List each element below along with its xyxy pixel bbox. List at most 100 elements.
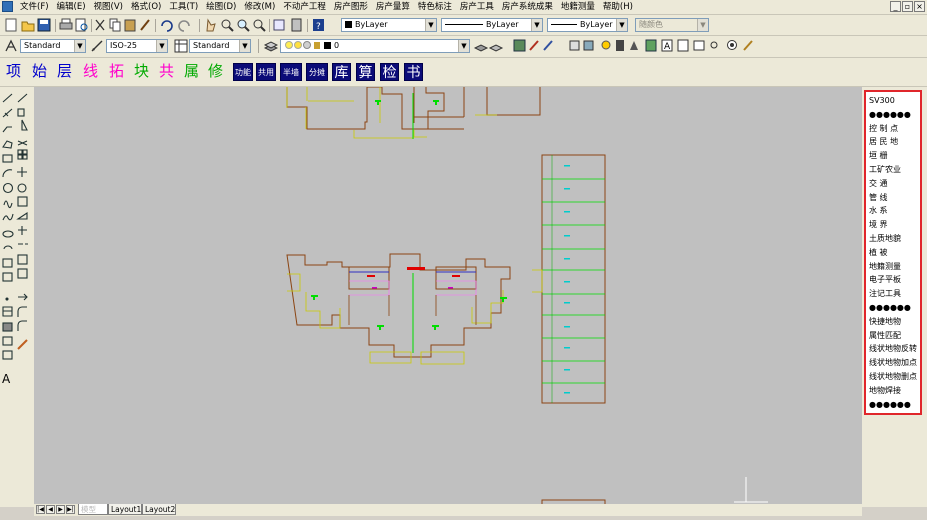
chevron-down-icon[interactable]: ▼ — [425, 19, 436, 31]
menu-item[interactable]: 编辑(E) — [53, 0, 90, 14]
calculate-button[interactable]: 算 — [356, 63, 375, 81]
toolbar-char-button[interactable]: 项 — [6, 62, 21, 80]
save-icon — [37, 18, 51, 32]
chevron-down-icon[interactable]: ▼ — [239, 40, 250, 52]
menu-item[interactable]: 修改(M) — [240, 0, 279, 14]
screen-menu-item[interactable]: 植 被 — [869, 248, 888, 258]
toolbar-char-button[interactable]: 线 — [83, 62, 98, 80]
menu-item[interactable]: 特色标注 — [414, 0, 456, 14]
screen-menu-item[interactable]: 交 通 — [869, 179, 888, 189]
top-building — [286, 87, 541, 139]
table-style-combo[interactable]: Standard ▼ — [189, 39, 251, 53]
mirror-icon — [21, 119, 28, 131]
screen-menu-item[interactable]: 地籍测量 — [869, 262, 901, 272]
menu-item[interactable]: 视图(V) — [90, 0, 127, 14]
screen-menu-item[interactable]: 快捷地物 — [869, 317, 901, 327]
first-tab-button[interactable]: |◀ — [36, 505, 45, 514]
ellipse-arc-icon — [3, 245, 13, 250]
screen-menu-item[interactable]: 控 制 点 — [869, 124, 898, 134]
fillet-icon — [17, 306, 27, 317]
next-tab-button[interactable]: ▶ — [56, 505, 65, 514]
toolbar-char-button[interactable]: 始 — [32, 62, 47, 80]
text-style-combo[interactable]: Standard ▼ — [20, 39, 86, 53]
shared-button[interactable]: 共用 — [256, 63, 276, 81]
screen-menu-item[interactable]: 电子平板 — [869, 275, 901, 285]
screen-menu-item[interactable]: 土质地貌 — [869, 234, 901, 244]
color-combo[interactable]: ByLayer ▼ — [341, 18, 437, 32]
tab-layout2[interactable]: Layout2 — [142, 504, 176, 515]
toolbar-char-button[interactable]: 共 — [159, 62, 174, 80]
last-tab-button[interactable]: ▶| — [66, 505, 75, 514]
layer-combo[interactable]: 0 ▼ — [280, 39, 470, 53]
dim-style-icon[interactable] — [90, 39, 104, 53]
floor-plan-drawing — [286, 87, 768, 504]
screen-menu-item[interactable]: SV300 — [869, 96, 895, 106]
tab-layout1[interactable]: Layout1 — [108, 504, 142, 515]
toolbar-char-button[interactable]: 层 — [57, 62, 72, 80]
tab-model[interactable]: 模型 — [78, 504, 108, 515]
menu-item[interactable]: 绘图(D) — [202, 0, 240, 14]
text-style-icon[interactable] — [4, 39, 18, 53]
chevron-down-icon[interactable]: ▼ — [74, 40, 85, 52]
array-icon — [22, 154, 28, 160]
chevron-down-icon[interactable]: ▼ — [531, 19, 542, 31]
function-button[interactable]: 功能 — [233, 63, 253, 81]
prev-tab-button[interactable]: ◀ — [46, 505, 55, 514]
toolbar-char-button[interactable]: 块 — [134, 62, 149, 80]
apportion-button[interactable]: 分摊 — [306, 63, 328, 81]
linetype-combo[interactable]: ByLayer ▼ — [441, 18, 543, 32]
layer-manager-icon[interactable] — [264, 39, 278, 53]
close-button[interactable]: × — [914, 1, 925, 12]
toolbar-char-button[interactable]: 修 — [208, 62, 223, 80]
menu-item[interactable]: 格式(O) — [127, 0, 165, 14]
menu-item[interactable]: 文件(F) — [16, 0, 53, 14]
screen-menu-item[interactable]: 管 线 — [869, 193, 888, 203]
toolbar-char-button[interactable]: 拓 — [109, 62, 124, 80]
help-icon: ? — [313, 19, 324, 32]
half-wall-button[interactable]: 半墙 — [280, 63, 302, 81]
svg-text:?: ? — [316, 22, 321, 32]
library-button[interactable]: 库 — [332, 63, 351, 81]
check-button[interactable]: 检 — [380, 63, 399, 81]
screen-menu-item[interactable]: 工矿农业 — [869, 165, 901, 175]
screen-menu-item[interactable]: 注记工具 — [869, 289, 901, 299]
chevron-down-icon[interactable]: ▼ — [458, 40, 469, 52]
menu-item[interactable]: 不动产工程 — [279, 0, 330, 14]
menu-item[interactable]: 房产图形 — [330, 0, 372, 14]
match-properties-icon — [140, 19, 150, 31]
menu-item[interactable]: 地籍测量 — [557, 0, 599, 14]
menu-item[interactable]: 房产量算 — [372, 0, 414, 14]
screen-menu-item[interactable]: 垣 栅 — [869, 151, 888, 161]
screen-menu-item[interactable]: 境 界 — [869, 220, 888, 230]
chevron-down-icon[interactable]: ▼ — [616, 19, 627, 31]
dim-style-combo[interactable]: ISO-25 ▼ — [106, 39, 168, 53]
layer-tools-icons[interactable] — [474, 39, 504, 53]
screen-menu-item[interactable]: 属性匹配 — [869, 331, 901, 341]
menu-item[interactable]: 工具(T) — [165, 0, 202, 14]
table-style-icon[interactable] — [174, 39, 188, 53]
screen-menu-item[interactable]: 水 系 — [869, 206, 888, 216]
plotstyle-combo-value: 随颜色 — [639, 20, 663, 29]
minimize-button[interactable]: _ — [890, 1, 901, 12]
report-button[interactable]: 书 — [404, 63, 423, 81]
menu-item[interactable]: 房产工具 — [456, 0, 498, 14]
object-tools-icons[interactable]: A — [512, 38, 762, 54]
region-icon — [2, 336, 13, 346]
menu-item[interactable]: 房产系统成果 — [498, 0, 557, 14]
app-icon[interactable] — [2, 1, 13, 12]
styles-toolbar: Standard ▼ ISO-25 ▼ Standard ▼ 0 ▼ A — [0, 36, 927, 58]
chamfer-icon — [18, 293, 28, 301]
lineweight-combo[interactable]: ByLayer ▼ — [547, 18, 628, 32]
toolbar-char-button[interactable]: 属 — [184, 62, 199, 80]
drawing-canvas[interactable] — [34, 87, 862, 504]
screen-menu-item[interactable]: 线状地物删点 — [869, 372, 917, 382]
screen-menu-item[interactable]: 地物焊接 — [869, 386, 901, 396]
screen-menu-item[interactable]: 线状地物反转 — [869, 344, 917, 354]
arc-icon — [2, 169, 13, 178]
restore-button[interactable]: ▫ — [902, 1, 913, 12]
menu-item[interactable]: 帮助(H) — [599, 0, 637, 14]
chevron-down-icon[interactable]: ▼ — [156, 40, 167, 52]
screen-menu-item[interactable]: 线状地物加点 — [869, 358, 917, 368]
screen-menu-item[interactable]: 居 民 地 — [869, 137, 898, 147]
draw-modify-toolbars: A — [0, 87, 35, 507]
